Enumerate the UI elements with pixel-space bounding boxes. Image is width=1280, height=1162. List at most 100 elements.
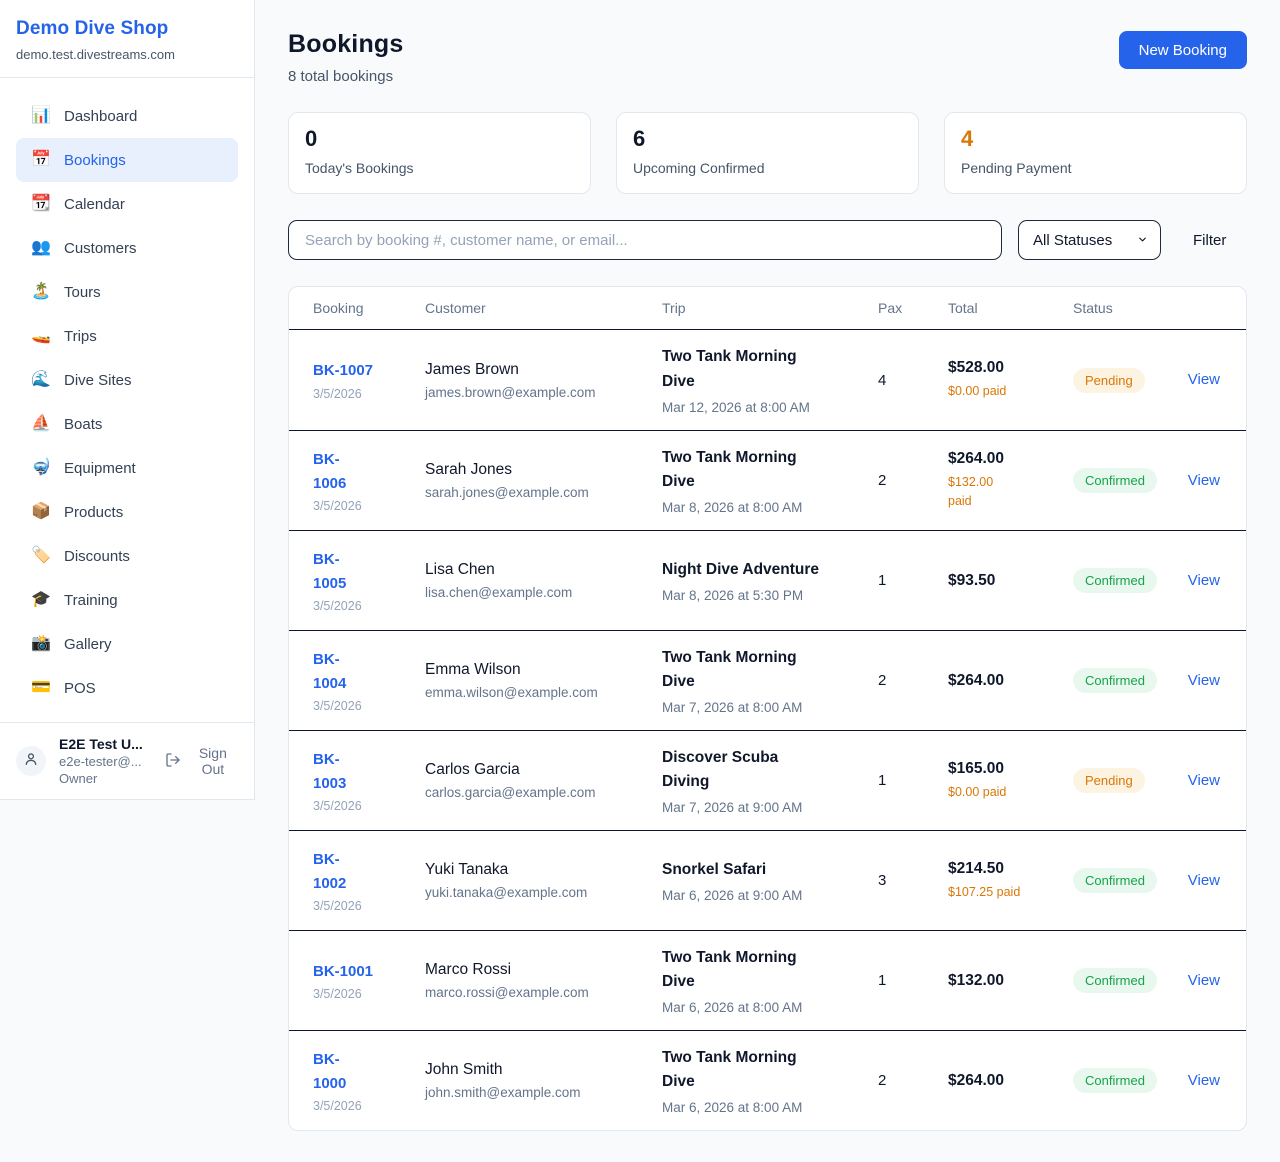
view-cell: View xyxy=(1183,371,1220,389)
trip-cell: Two Tank Morning Dive Mar 6, 2026 at 8:0… xyxy=(662,946,878,1015)
view-link[interactable]: View xyxy=(1188,1072,1220,1089)
sidebar-item-equipment[interactable]: 🤿 Equipment xyxy=(16,446,238,490)
avatar xyxy=(16,746,46,776)
booking-date: 3/5/2026 xyxy=(313,699,425,713)
stat-label: Upcoming Confirmed xyxy=(633,160,902,176)
trip-date: Mar 6, 2026 at 8:00 AM xyxy=(662,1100,858,1115)
bookings-table: Booking Customer Trip Pax Total Status B… xyxy=(288,286,1247,1131)
people-icon: 👥 xyxy=(31,240,51,256)
booking-number-link[interactable]: BK- 1006 xyxy=(313,448,346,495)
person-icon xyxy=(23,751,39,772)
sidebar-item-calendar[interactable]: 📆 Calendar xyxy=(16,182,238,226)
trip-cell: Snorkel Safari Mar 6, 2026 at 9:00 AM xyxy=(662,858,878,903)
customer-name: Lisa Chen xyxy=(425,561,662,579)
booking-number-link[interactable]: BK- 1004 xyxy=(313,648,346,695)
customer-name: John Smith xyxy=(425,1061,662,1079)
table-row: BK- 1004 3/5/2026 Emma Wilson emma.wilso… xyxy=(289,630,1246,730)
column-header-total: Total xyxy=(948,300,1073,316)
booking-number-link[interactable]: BK- 1005 xyxy=(313,548,346,595)
view-link[interactable]: View xyxy=(1188,572,1220,589)
sidebar-item-discounts[interactable]: 🏷️ Discounts xyxy=(16,534,238,578)
sidebar-item-pos[interactable]: 💳 POS xyxy=(16,666,238,710)
total-cell: $214.50 $107.25 paid xyxy=(948,860,1073,902)
view-cell: View xyxy=(1183,772,1220,790)
booking-number-link[interactable]: BK- 1002 xyxy=(313,848,346,895)
sidebar-item-boats[interactable]: ⛵ Boats xyxy=(16,402,238,446)
sidebar-item-products[interactable]: 📦 Products xyxy=(16,490,238,534)
main-content: Bookings 8 total bookings New Booking 0 … xyxy=(255,0,1280,1162)
trip-name: Night Dive Adventure xyxy=(662,558,858,582)
customer-name: Carlos Garcia xyxy=(425,761,662,779)
view-link[interactable]: View xyxy=(1188,672,1220,689)
page-title: Bookings xyxy=(288,30,404,59)
view-link[interactable]: View xyxy=(1188,872,1220,889)
sidebar-item-dashboard[interactable]: 📊 Dashboard xyxy=(16,94,238,138)
trip-cell: Two Tank Morning Dive Mar 12, 2026 at 8:… xyxy=(662,345,878,414)
calendar-icon: 📅 xyxy=(31,152,51,168)
trip-date: Mar 8, 2026 at 5:30 PM xyxy=(662,588,858,603)
customer-name: James Brown xyxy=(425,361,662,379)
customer-email: lisa.chen@example.com xyxy=(425,585,662,600)
sign-out-button[interactable]: Sign Out xyxy=(165,745,238,777)
trip-cell: Two Tank Morning Dive Mar 6, 2026 at 8:0… xyxy=(662,1046,878,1115)
customer-name: Emma Wilson xyxy=(425,661,662,679)
view-link[interactable]: View xyxy=(1188,772,1220,789)
sidebar-item-label: Gallery xyxy=(64,636,112,653)
sidebar-item-label: Discounts xyxy=(64,548,130,565)
view-link[interactable]: View xyxy=(1188,472,1220,489)
trip-cell: Discover Scuba Diving Mar 7, 2026 at 9:0… xyxy=(662,746,878,815)
status-cell: Confirmed xyxy=(1073,468,1183,493)
status-select[interactable]: All Statuses xyxy=(1018,220,1161,260)
customer-cell: Yuki Tanaka yuki.tanaka@example.com xyxy=(425,861,662,900)
trip-name: Two Tank Morning Dive xyxy=(662,345,858,393)
pax-value: 4 xyxy=(878,372,948,389)
view-link[interactable]: View xyxy=(1188,371,1220,388)
customer-cell: Marco Rossi marco.rossi@example.com xyxy=(425,961,662,1000)
view-link[interactable]: View xyxy=(1188,972,1220,989)
sidebar-item-trips[interactable]: 🚤 Trips xyxy=(16,314,238,358)
sidebar-item-dive-sites[interactable]: 🌊 Dive Sites xyxy=(16,358,238,402)
grad-cap-icon: 🎓 xyxy=(31,592,51,608)
booking-date: 3/5/2026 xyxy=(313,499,425,513)
calendar-pad-icon: 📆 xyxy=(31,196,51,212)
sidebar-item-tours[interactable]: 🏝️ Tours xyxy=(16,270,238,314)
paid-amount: $107.25 paid xyxy=(948,883,1073,902)
sidebar-item-training[interactable]: 🎓 Training xyxy=(16,578,238,622)
booking-cell: BK- 1004 3/5/2026 xyxy=(313,648,425,713)
stats-row: 0 Today's Bookings 6 Upcoming Confirmed … xyxy=(288,112,1247,194)
user-block: E2E Test U... e2e-tester@... Owner Sign … xyxy=(0,722,254,799)
search-input[interactable] xyxy=(288,220,1002,260)
trip-name: Two Tank Morning Dive xyxy=(662,1046,858,1094)
user-email: e2e-tester@... xyxy=(59,754,152,769)
booking-number-link[interactable]: BK- 1000 xyxy=(313,1048,346,1095)
booking-number-link[interactable]: BK-1007 xyxy=(313,359,373,382)
logout-icon xyxy=(165,752,181,771)
sidebar-item-label: Equipment xyxy=(64,460,136,477)
sidebar-item-gallery[interactable]: 📸 Gallery xyxy=(16,622,238,666)
table-row: BK-1007 3/5/2026 James Brown james.brown… xyxy=(289,330,1246,430)
booking-cell: BK- 1005 3/5/2026 xyxy=(313,548,425,613)
total-cell: $264.00 xyxy=(948,672,1073,690)
sidebar-item-bookings[interactable]: 📅 Bookings xyxy=(16,138,238,182)
sidebar: Demo Dive Shop demo.test.divestreams.com… xyxy=(0,0,255,800)
speedboat-icon: 🚤 xyxy=(31,328,51,344)
filter-button[interactable]: Filter xyxy=(1193,232,1226,249)
customer-email: john.smith@example.com xyxy=(425,1085,662,1100)
user-info: E2E Test U... e2e-tester@... Owner xyxy=(59,736,152,786)
trip-name: Two Tank Morning Dive xyxy=(662,446,858,494)
table-body: BK-1007 3/5/2026 James Brown james.brown… xyxy=(289,330,1246,1130)
booking-number-link[interactable]: BK-1001 xyxy=(313,960,373,983)
view-cell: View xyxy=(1183,572,1220,590)
sidebar-item-label: Bookings xyxy=(64,152,126,169)
status-badge: Pending xyxy=(1073,368,1145,393)
trip-date: Mar 6, 2026 at 8:00 AM xyxy=(662,1000,858,1015)
total-amount: $132.00 xyxy=(948,972,1073,990)
sidebar-item-customers[interactable]: 👥 Customers xyxy=(16,226,238,270)
new-booking-button[interactable]: New Booking xyxy=(1119,31,1247,69)
customer-cell: Sarah Jones sarah.jones@example.com xyxy=(425,461,662,500)
brand-title[interactable]: Demo Dive Shop xyxy=(16,18,238,40)
status-cell: Confirmed xyxy=(1073,568,1183,593)
table-row: BK- 1000 3/5/2026 John Smith john.smith@… xyxy=(289,1030,1246,1130)
booking-number-link[interactable]: BK- 1003 xyxy=(313,748,346,795)
table-row: BK- 1002 3/5/2026 Yuki Tanaka yuki.tanak… xyxy=(289,830,1246,930)
